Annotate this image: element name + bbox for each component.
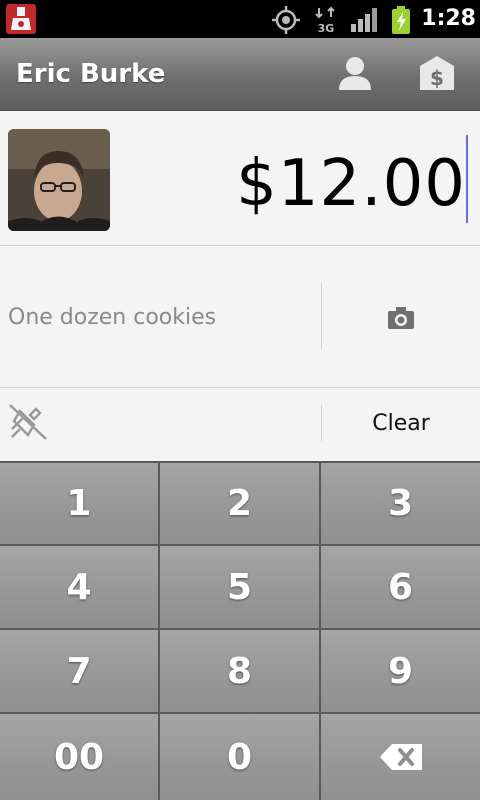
payment-form: $12.00 One dozen cookies Clear [0,111,480,461]
status-bar: 3G 1:28 [0,0,480,38]
key-00[interactable]: 00 [0,714,158,800]
key-1[interactable]: 1 [0,463,158,544]
app-notification-icon [6,4,36,34]
divider [0,245,480,246]
amount-field[interactable]: $12.00 [236,139,466,229]
key-2[interactable]: 2 [160,463,319,544]
divider [321,283,322,349]
key-7[interactable]: 7 [0,630,158,712]
signal-strength-icon [350,8,378,32]
key-0[interactable]: 0 [160,714,319,800]
key-5[interactable]: 5 [160,546,319,628]
camera-icon[interactable] [386,305,416,331]
status-time: 1:28 [421,6,476,31]
key-9[interactable]: 9 [321,630,480,712]
key-3[interactable]: 3 [321,463,480,544]
key-8[interactable]: 8 [160,630,319,712]
page-title: Eric Burke [16,59,166,89]
key-4[interactable]: 4 [0,546,158,628]
action-bar: Eric Burke $ [0,38,480,111]
clear-button[interactable]: Clear [322,391,480,457]
contact-icon[interactable] [334,52,376,94]
backspace-button[interactable] [321,714,480,800]
gps-icon [272,6,300,34]
svg-text:$: $ [430,66,444,90]
money-icon[interactable]: $ [416,52,458,94]
3g-data-icon: 3G [314,6,338,35]
divider [0,387,480,388]
numeric-keypad: 1 2 3 4 5 6 7 8 9 00 0 [0,461,480,800]
network-type-label: 3G [318,22,335,34]
battery-charging-icon [390,6,412,34]
text-cursor [466,135,468,223]
backspace-icon [378,742,424,772]
memo-field[interactable]: One dozen cookies [8,283,216,353]
avatar[interactable] [8,129,110,231]
key-6[interactable]: 6 [321,546,480,628]
location-off-icon[interactable] [6,399,50,443]
